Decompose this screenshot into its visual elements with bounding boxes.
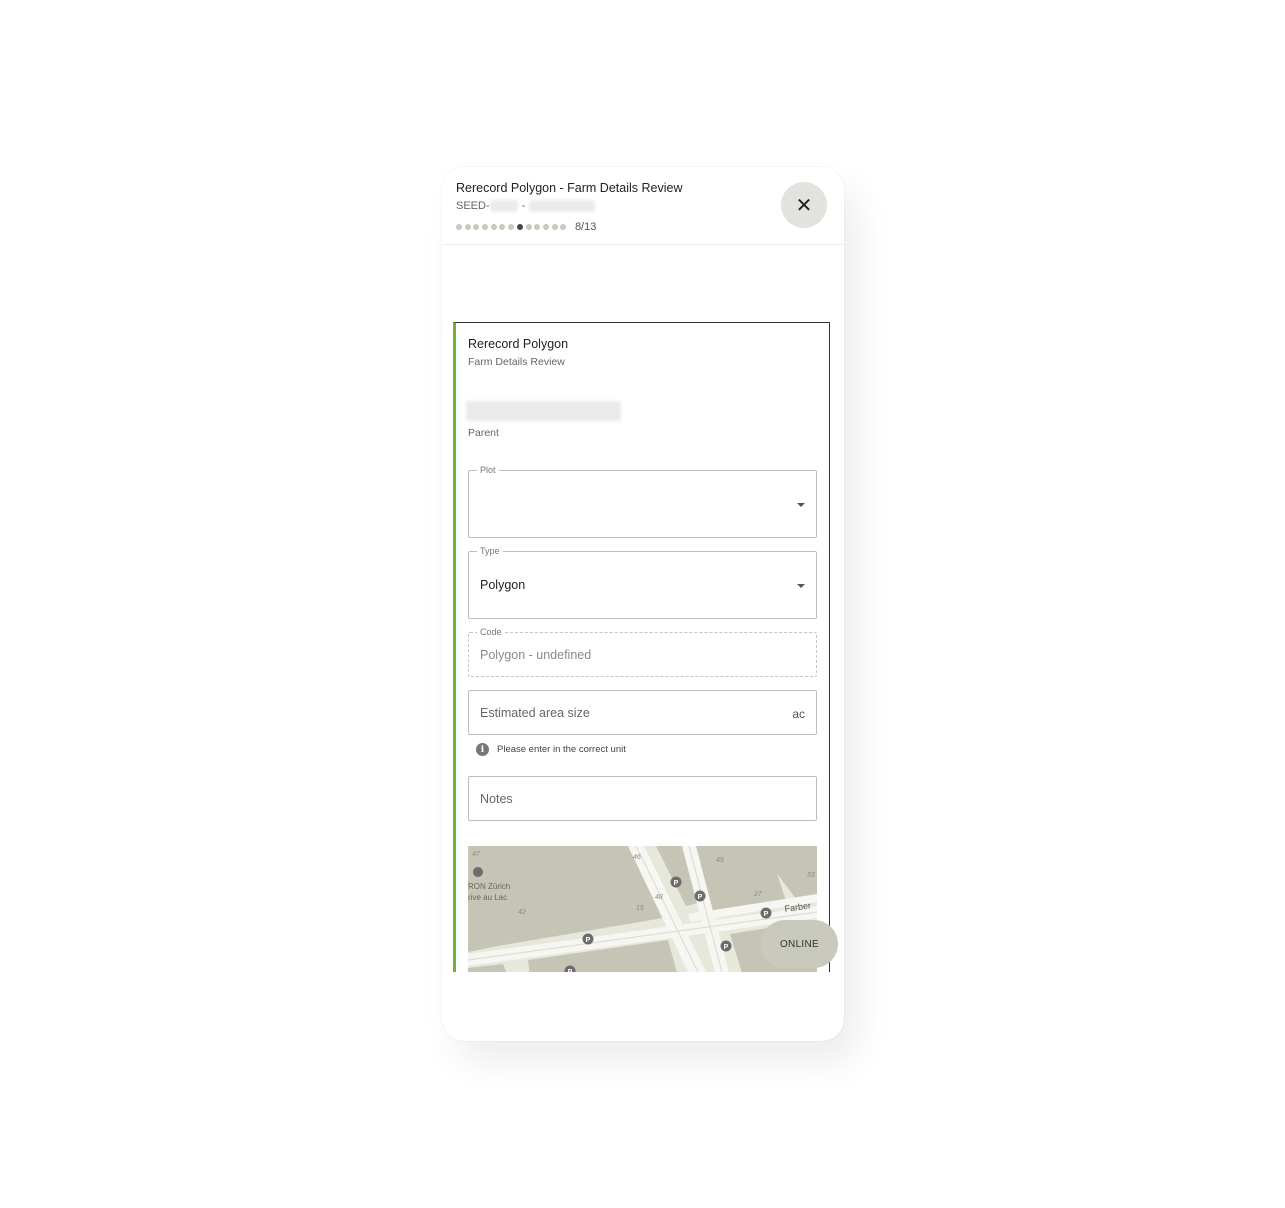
map-house-number: 48 [655, 894, 663, 901]
area-unit: ac [792, 707, 805, 721]
map-house-number: 42 [518, 909, 526, 916]
progress-dot [508, 224, 515, 230]
type-value: Polygon [480, 578, 526, 592]
map-house-number: 27 [753, 891, 763, 898]
form-card: Rerecord Polygon Farm Details Review Par… [453, 322, 830, 972]
task-header: Rerecord Polygon - Farm Details Review S… [442, 167, 844, 245]
parking-label: P [674, 880, 679, 887]
redacted-id-part [489, 200, 518, 212]
redacted-id-part [529, 200, 596, 212]
parking-label: P [568, 969, 573, 972]
progress-dot [534, 224, 541, 230]
chevron-down-icon [797, 503, 805, 507]
progress-dot [499, 224, 506, 230]
online-status-button[interactable]: ONLINE [761, 920, 838, 968]
map-house-number: 49 [716, 857, 724, 864]
parking-icon: P [720, 940, 732, 952]
map-house-number: 47 [472, 851, 481, 858]
progress-dot [464, 224, 471, 230]
parking-label: P [764, 911, 769, 918]
info-icon: i [476, 743, 489, 756]
code-field: Code Polygon - undefined [468, 627, 817, 677]
map-poi-line2: rive au Lac [468, 893, 507, 902]
parking-label: P [586, 937, 591, 944]
online-status-label: ONLINE [779, 938, 820, 950]
task-id: SEED- - [456, 200, 596, 212]
parent-label: Parent [468, 427, 499, 439]
code-label: Code [477, 627, 505, 638]
progress-dot-active [516, 224, 523, 230]
progress-label: 8/13 [574, 221, 597, 233]
progress-dot [490, 224, 497, 230]
phone-frame: Rerecord Polygon - Farm Details Review S… [442, 167, 844, 1041]
chevron-down-icon [797, 584, 805, 588]
map-house-number: 15 [636, 905, 644, 912]
area-size-input[interactable]: Estimated area size ac [468, 690, 817, 735]
progress-dot [525, 224, 532, 230]
notes-input[interactable]: Notes [468, 776, 817, 821]
parking-icon: P [760, 907, 772, 919]
parking-label: P [724, 944, 729, 951]
code-value: Polygon - undefined [480, 648, 592, 662]
progress-dot [473, 224, 480, 230]
task-id-separator: - [521, 200, 526, 212]
type-select[interactable]: Type Polygon [468, 546, 817, 619]
map-poi-line1: RON Zürich [468, 882, 510, 891]
progress-dot [542, 224, 549, 230]
area-helper: i Please enter in the correct unit [476, 743, 626, 756]
parking-label: P [698, 894, 703, 901]
close-icon: ✕ [795, 194, 813, 217]
plot-label: Plot [477, 465, 499, 476]
progress-dots [456, 224, 569, 230]
progress-dot [456, 224, 462, 230]
task-id-prefix: SEED- [456, 200, 490, 212]
task-title: Rerecord Polygon - Farm Details Review [456, 181, 683, 195]
parking-icon: P [670, 876, 682, 888]
parking-icon: P [582, 933, 594, 945]
progress-dot [560, 224, 567, 230]
map-house-number: 46 [633, 854, 641, 861]
parking-icon: P [694, 890, 706, 902]
card-subtitle: Farm Details Review [468, 356, 565, 368]
close-button[interactable]: ✕ [781, 182, 827, 228]
parent-value-redacted [466, 401, 621, 421]
type-label: Type [477, 546, 503, 557]
poi-icon [473, 867, 483, 877]
notes-placeholder: Notes [480, 792, 513, 806]
card-title: Rerecord Polygon [468, 337, 569, 351]
plot-select[interactable]: Plot [468, 465, 817, 538]
area-size-placeholder: Estimated area size [480, 706, 590, 720]
progress-dot [482, 224, 489, 230]
map-house-number: 33 [807, 872, 815, 879]
progress-indicator: 8/13 [456, 221, 596, 233]
area-helper-text: Please enter in the correct unit [497, 744, 626, 755]
progress-dot [551, 224, 558, 230]
